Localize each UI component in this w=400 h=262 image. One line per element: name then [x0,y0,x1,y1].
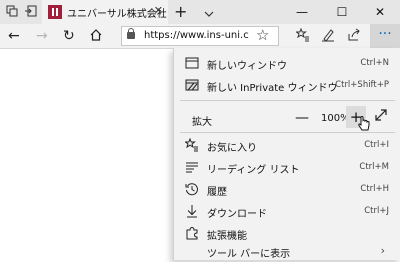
zoom-out-button[interactable]: — [292,108,312,128]
menu-item-show-in-toolbar[interactable]: ツール バーに表示 › [174,240,400,262]
navigation-toolbar: ← → ↻ https://www.ins-uni.c ☆ ··· [0,24,400,49]
menu-separator [180,100,395,101]
menu-item-downloads[interactable]: ダウンロード Ctrl+J [174,200,400,222]
forward-arrow-icon[interactable]: → [36,27,48,45]
close-window-button[interactable]: ✕ [360,0,400,24]
menu-item-reading-list[interactable]: リーディング リスト Ctrl+M [174,156,400,178]
site-favicon-icon [48,5,62,19]
minimize-button[interactable]: — [282,0,322,24]
settings-menu: 新しいウィンドウ Ctrl+N 新しい InPrivate ウィンドウ Ctrl… [173,48,400,260]
menu-separator [180,132,395,133]
history-label: 履歴 [207,187,227,198]
title-bar: ユニバーサル株式会社 ✕ + — ☐ ✕ [0,0,400,24]
inprivate-window-icon [185,78,199,92]
downloads-shortcut: Ctrl+J [364,206,389,216]
tab-title: ユニバーサル株式会社 [67,9,167,20]
favorites-shortcut: Ctrl+I [364,140,389,150]
download-arrow-icon [185,204,199,218]
lock-icon [127,28,135,39]
new-inprivate-shortcut: Ctrl+Shift+P [335,80,389,90]
new-window-shortcut: Ctrl+N [360,58,389,68]
share-icon[interactable] [347,28,361,46]
favorites-label: お気に入り [207,143,257,154]
reading-list-icon [185,160,199,174]
menu-item-new-window[interactable]: 新しいウィンドウ Ctrl+N [174,52,400,74]
history-shortcut: Ctrl+H [360,184,389,194]
tab-close-icon[interactable]: ✕ [154,4,163,17]
fullscreen-expand-icon[interactable] [371,108,391,128]
new-window-label: 新しいウィンドウ [207,61,287,72]
chevron-right-icon: › [380,244,385,257]
refresh-icon[interactable]: ↻ [63,27,75,45]
more-menu-button[interactable]: ··· [370,24,400,48]
tab-menu-chevron-icon[interactable] [203,5,215,17]
url-text[interactable]: https://www.ins-uni.c [144,30,249,41]
reading-list-label: リーディング リスト [207,165,300,176]
home-icon[interactable] [89,28,103,47]
reading-list-shortcut: Ctrl+M [359,162,389,172]
set-aside-tabs-icon[interactable] [25,5,37,17]
new-inprivate-label: 新しい InPrivate ウィンドウ [207,83,338,94]
menu-item-favorites[interactable]: お気に入り Ctrl+I [174,134,400,156]
new-tab-button[interactable]: + [174,2,187,21]
tab-preview-icon[interactable] [6,5,18,17]
downloads-label: ダウンロード [207,209,267,220]
extensions-puzzle-icon [185,226,199,240]
show-toolbar-label: ツール バーに表示 [207,249,291,260]
active-tab[interactable]: ユニバーサル株式会社 ✕ [42,0,168,24]
maximize-button[interactable]: ☐ [322,0,362,24]
pen-notes-icon[interactable] [321,28,335,46]
favorite-star-icon[interactable]: ☆ [256,26,269,44]
history-clock-icon [185,182,199,196]
menu-item-new-inprivate[interactable]: 新しい InPrivate ウィンドウ Ctrl+Shift+P [174,74,400,96]
menu-item-history[interactable]: 履歴 Ctrl+H [174,178,400,200]
new-window-icon [185,56,199,70]
favorites-hub-icon[interactable] [295,27,310,46]
favorites-list-icon [184,137,199,152]
zoom-label: 拡大 [192,117,212,128]
back-arrow-icon[interactable]: ← [8,27,20,45]
